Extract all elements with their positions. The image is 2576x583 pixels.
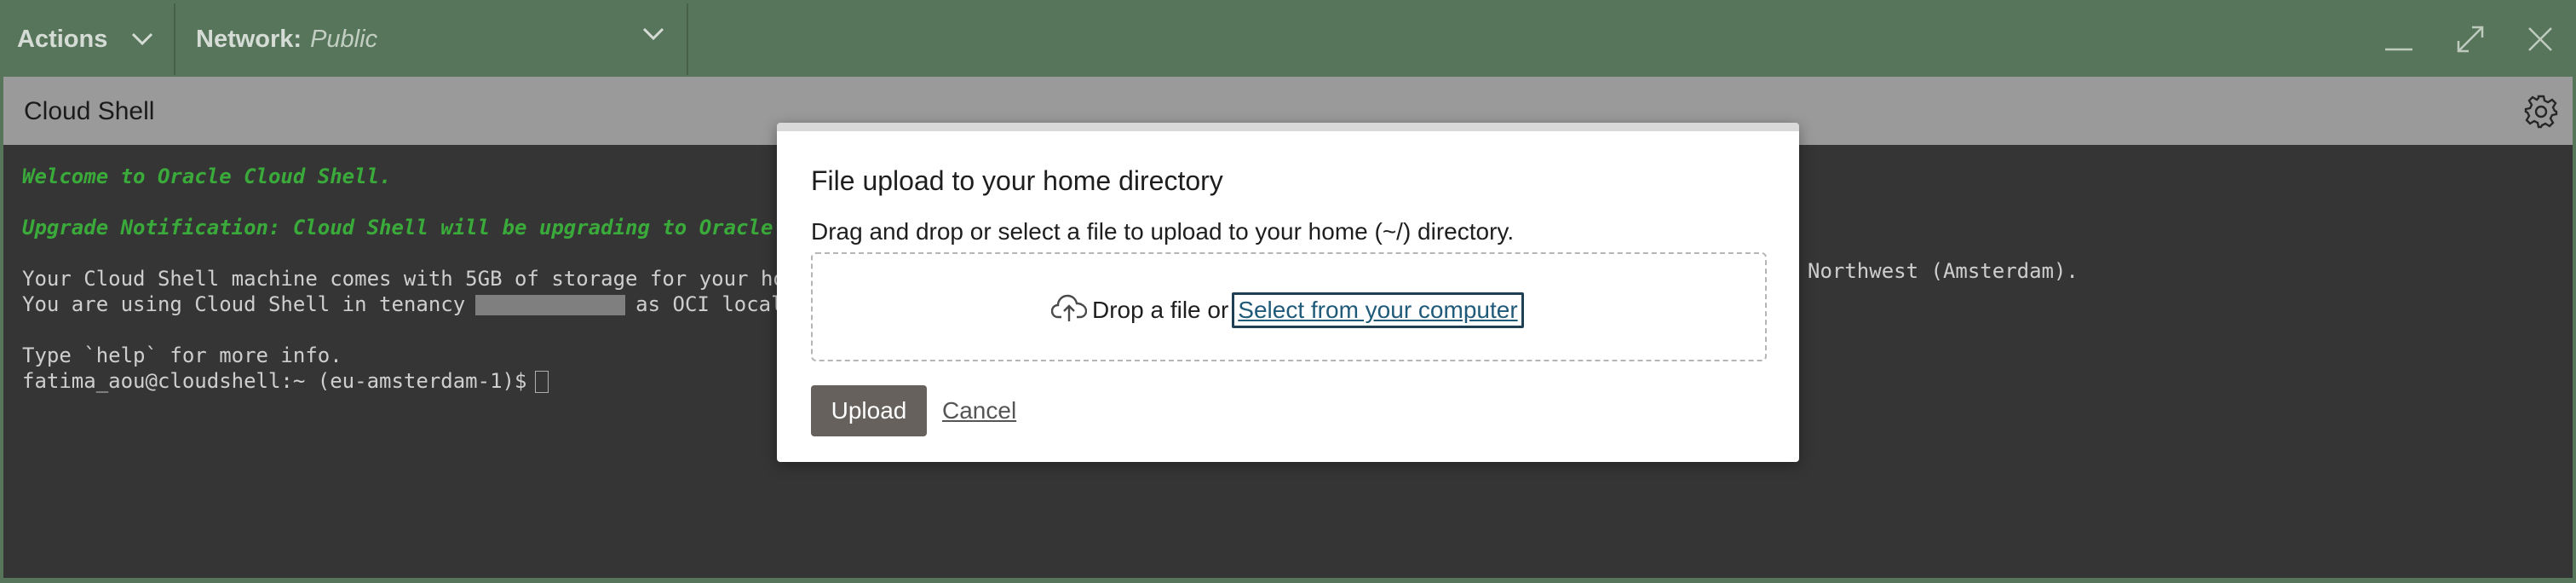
drop-text: Drop a file or [1092,297,1229,323]
select-from-computer-link[interactable]: Select from your computer [1232,292,1524,328]
file-drop-zone[interactable]: Drop a file or Select from your computer [811,252,1767,361]
dialog-title: File upload to your home directory [811,165,1223,196]
cancel-link[interactable]: Cancel [942,397,1016,424]
drop-zone-content: Drop a file or Select from your computer [1050,292,1524,329]
cloud-shell-window: Actions Network: Public Cloud Shell Welc… [0,0,2576,583]
dialog-description: Drag and drop or select a file to upload… [811,218,1515,245]
cloud-upload-icon [1050,293,1092,328]
file-upload-dialog: File upload to your home directory Drag … [777,123,1799,462]
upload-button[interactable]: Upload [811,385,927,436]
